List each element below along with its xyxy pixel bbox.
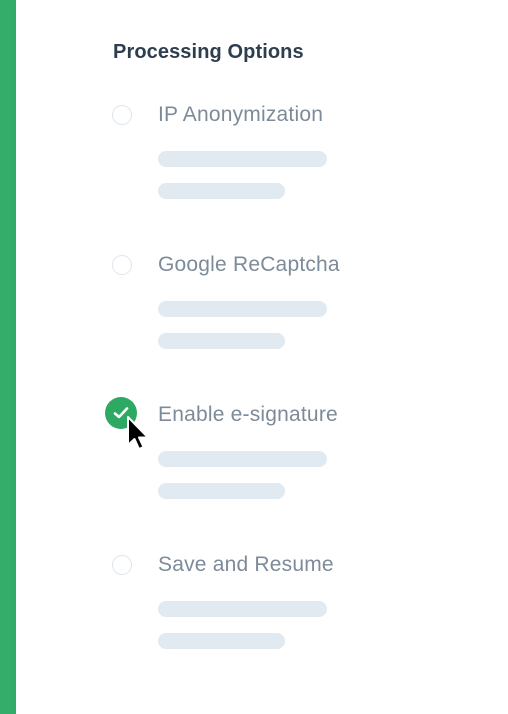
- placeholder-line: [158, 601, 327, 617]
- option-label: Save and Resume: [158, 553, 334, 576]
- option-save-and-resume[interactable]: Save and Resume: [108, 553, 408, 665]
- ip-anonymization-radio[interactable]: [112, 105, 132, 125]
- mouse-pointer-icon: [127, 416, 149, 450]
- placeholder-line: [158, 151, 327, 167]
- placeholder-line: [158, 483, 285, 499]
- section-title: Processing Options: [113, 41, 304, 63]
- option-google-recaptcha[interactable]: Google ReCaptcha: [108, 253, 408, 365]
- placeholder-line: [158, 451, 327, 467]
- option-label: IP Anonymization: [158, 103, 324, 126]
- accent-bar: [0, 0, 16, 714]
- save-and-resume-radio[interactable]: [112, 555, 132, 575]
- processing-options-card: Processing Options IP Anonymization Goog…: [0, 0, 508, 714]
- placeholder-line: [158, 333, 285, 349]
- option-label: Google ReCaptcha: [158, 253, 340, 276]
- option-label: Enable e-signature: [158, 403, 338, 426]
- google-recaptcha-radio[interactable]: [112, 255, 132, 275]
- placeholder-line: [158, 301, 327, 317]
- placeholder-line: [158, 183, 285, 199]
- option-ip-anonymization[interactable]: IP Anonymization: [108, 103, 408, 215]
- placeholder-line: [158, 633, 285, 649]
